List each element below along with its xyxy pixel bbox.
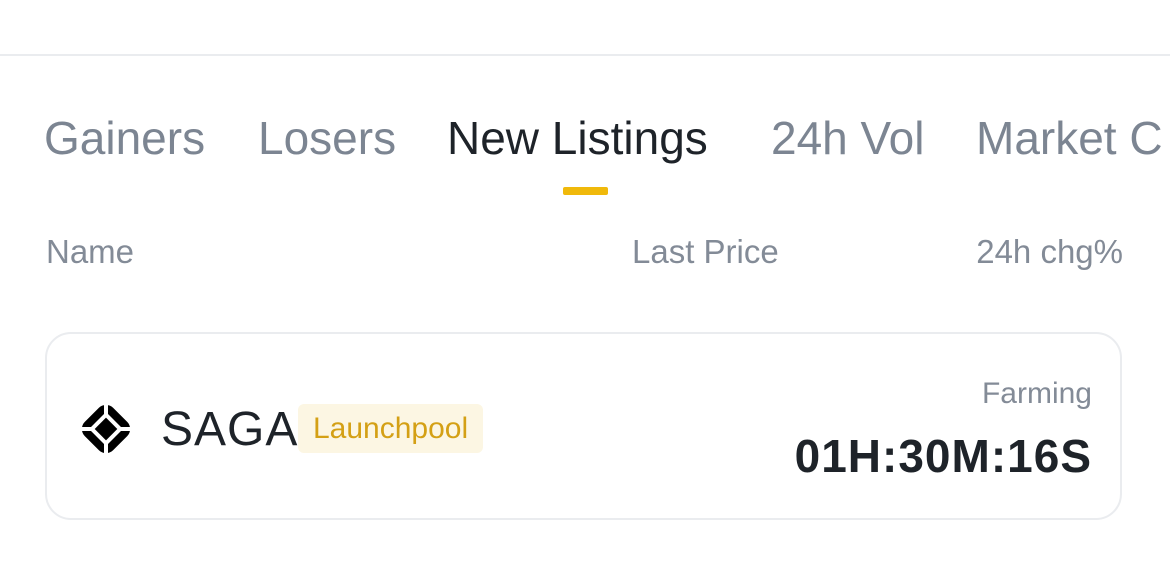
launchpool-badge: Launchpool xyxy=(298,404,484,453)
column-header-last-price[interactable]: Last Price xyxy=(632,232,779,272)
tab-gainers[interactable]: Gainers xyxy=(44,110,205,166)
listing-card[interactable]: SAGA Launchpool Farming 01H:30M:16S xyxy=(45,332,1122,520)
top-divider xyxy=(0,54,1170,56)
coin-symbol: SAGA xyxy=(161,403,299,456)
active-tab-indicator xyxy=(563,187,608,195)
markets-screen: Gainers Losers New Listings 24h Vol Mark… xyxy=(0,0,1170,568)
countdown-timer: 01H:30M:16S xyxy=(794,430,1092,482)
tab-losers[interactable]: Losers xyxy=(258,110,396,166)
column-header-name[interactable]: Name xyxy=(46,232,134,272)
status-label: Farming xyxy=(981,377,1092,410)
tab-market-cap[interactable]: Market C xyxy=(976,110,1163,166)
column-header-24h-change[interactable]: 24h chg% xyxy=(976,232,1123,272)
tab-24h-vol[interactable]: 24h Vol xyxy=(771,110,924,166)
tab-new-listings[interactable]: New Listings xyxy=(447,110,708,166)
saga-logo-icon xyxy=(73,396,139,462)
